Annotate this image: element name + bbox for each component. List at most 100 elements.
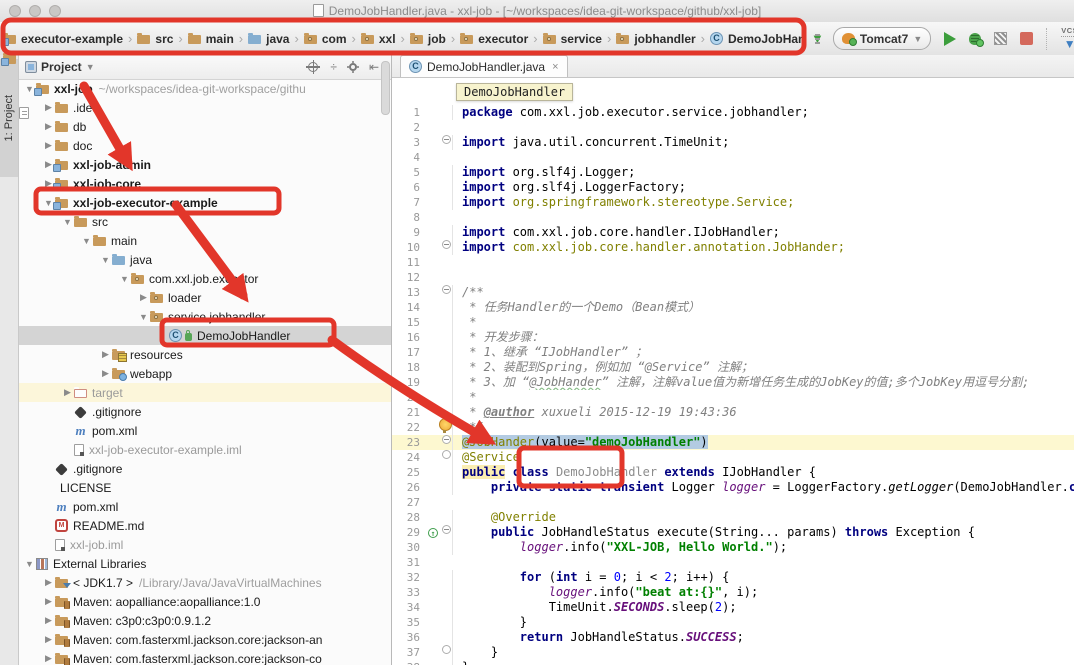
tab-demojobhandler[interactable]: C DemoJobHandler.java ×: [400, 55, 568, 77]
code-line-27[interactable]: 27: [392, 495, 1074, 510]
close-tab-icon[interactable]: ×: [552, 61, 558, 73]
code-line-31[interactable]: 31: [392, 555, 1074, 570]
tree-item-external-libraries[interactable]: ▼External Libraries: [19, 554, 391, 573]
tree-item-resources[interactable]: ▶resources: [19, 345, 391, 364]
tree-expand-icon[interactable]: ▼: [23, 559, 36, 569]
navigate-down-icon[interactable]: ▼: [811, 32, 820, 45]
code-line-4[interactable]: 4: [392, 150, 1074, 165]
tree-item-pom-xml[interactable]: mpom.xml: [19, 497, 391, 516]
stop-button[interactable]: [1020, 32, 1033, 45]
breadcrumb-item-xxl[interactable]: xxl: [361, 32, 396, 46]
run-with-coverage-button[interactable]: [994, 32, 1007, 45]
tree-item-xxl-job-executor-example-iml[interactable]: xxl-job-executor-example.iml: [19, 440, 391, 459]
project-view-dropdown-icon[interactable]: ▼: [86, 62, 95, 72]
tree-item-readme-md[interactable]: MREADME.md: [19, 516, 391, 535]
code-line-5[interactable]: 5import org.slf4j.Logger;: [392, 165, 1074, 180]
fold-marker-icon[interactable]: [440, 435, 452, 450]
tree-item-gitignore[interactable]: .gitignore: [19, 402, 391, 421]
code-line-34[interactable]: 34 TimeUnit.SECONDS.sleep(2);: [392, 600, 1074, 615]
tree-item-java[interactable]: ▼java: [19, 250, 391, 269]
project-tool-window-button[interactable]: 1: Project: [0, 59, 18, 177]
breadcrumb-item-job[interactable]: job: [410, 32, 446, 46]
tree-expand-icon[interactable]: ▶: [42, 634, 55, 645]
code-line-15[interactable]: 15 *: [392, 315, 1074, 330]
collapse-all-icon[interactable]: ÷: [330, 60, 337, 74]
code-area[interactable]: 1package com.xxl.job.executor.service.jo…: [392, 77, 1074, 665]
code-line-37[interactable]: 37 }: [392, 645, 1074, 660]
tree-expand-icon[interactable]: ▼: [137, 312, 150, 322]
code-line-28[interactable]: 28 @Override: [392, 510, 1074, 525]
tree-expand-icon[interactable]: ▶: [42, 102, 55, 113]
tree-item-doc[interactable]: ▶doc: [19, 136, 391, 155]
breadcrumb-item-main[interactable]: main: [188, 32, 234, 46]
tree-item-gitignore[interactable]: .gitignore: [19, 459, 391, 478]
intention-bulb-icon[interactable]: [439, 418, 452, 431]
locate-icon[interactable]: [308, 62, 318, 72]
code-line-6[interactable]: 6import org.slf4j.LoggerFactory;: [392, 180, 1074, 195]
code-line-20[interactable]: 20 *: [392, 390, 1074, 405]
tree-item-xxl-job-executor-example[interactable]: ▼xxl-job-executor-example: [19, 193, 391, 212]
tree-expand-icon[interactable]: ▼: [118, 274, 131, 284]
code-line-9[interactable]: 9import com.xxl.job.core.handler.IJobHan…: [392, 225, 1074, 240]
code-line-14[interactable]: 14 * 任务Handler的一个Demo（Bean模式）: [392, 300, 1074, 315]
code-line-24[interactable]: 24@Service: [392, 450, 1074, 465]
tree-item-pom-xml[interactable]: mpom.xml: [19, 421, 391, 440]
breadcrumb-item-com[interactable]: com: [304, 32, 347, 46]
tree-item-xxl-job-core[interactable]: ▶xxl-job-core: [19, 174, 391, 193]
fold-marker-icon[interactable]: [440, 525, 452, 540]
tree-expand-icon[interactable]: ▼: [61, 217, 74, 227]
breadcrumb-item-src[interactable]: src: [137, 32, 173, 46]
tree-expand-icon[interactable]: ▶: [42, 615, 55, 626]
code-line-33[interactable]: 33 logger.info("beat at:{}", i);: [392, 585, 1074, 600]
hide-panel-icon[interactable]: ⇤: [369, 60, 379, 74]
tree-expand-icon[interactable]: ▶: [99, 349, 112, 360]
tree-expand-icon[interactable]: ▶: [42, 121, 55, 132]
fold-marker-icon[interactable]: [440, 450, 452, 465]
code-line-25[interactable]: 25public class DemoJobHandler extends IJ…: [392, 465, 1074, 480]
tree-expand-icon[interactable]: ▼: [80, 236, 93, 246]
debug-button[interactable]: [969, 33, 981, 45]
code-line-7[interactable]: 7import org.springframework.stereotype.S…: [392, 195, 1074, 210]
vcs-update-button[interactable]: VCS▼: [1061, 27, 1074, 50]
breadcrumb-item-executor-example[interactable]: executor-example: [3, 32, 123, 46]
code-line-2[interactable]: 2: [392, 120, 1074, 135]
tree-item-license[interactable]: LICENSE: [19, 478, 391, 497]
code-line-22[interactable]: 22 */: [392, 420, 1074, 435]
code-line-1[interactable]: 1package com.xxl.job.executor.service.jo…: [392, 105, 1074, 120]
breadcrumb-item-jobhandler[interactable]: jobhandler: [616, 32, 695, 46]
code-line-3[interactable]: 3import java.util.concurrent.TimeUnit;: [392, 135, 1074, 150]
breadcrumb-item-java[interactable]: java: [248, 32, 289, 46]
tree-item-maven-aopalliance-aopalliance-1-0[interactable]: ▶Maven: aopalliance:aopalliance:1.0: [19, 592, 391, 611]
fold-marker-icon[interactable]: [440, 135, 452, 150]
code-line-17[interactable]: 17 * 1、继承 “IJobHandler” ；: [392, 345, 1074, 360]
fold-marker-icon[interactable]: [440, 240, 452, 255]
fold-marker-icon[interactable]: [440, 285, 452, 300]
fold-marker-icon[interactable]: [440, 645, 452, 660]
breadcrumb-item-service[interactable]: service: [543, 32, 602, 46]
tree-item-target[interactable]: ▶target: [19, 383, 391, 402]
tree-item-maven-c3p0-c3p0-0-9-1-2[interactable]: ▶Maven: c3p0:c3p0:0.9.1.2: [19, 611, 391, 630]
code-line-36[interactable]: 36 return JobHandleStatus.SUCCESS;: [392, 630, 1074, 645]
tree-item-loader[interactable]: ▶loader: [19, 288, 391, 307]
tree-expand-icon[interactable]: ▶: [42, 596, 55, 607]
code-line-32[interactable]: 32 for (int i = 0; i < 2; i++) {: [392, 570, 1074, 585]
run-button[interactable]: [944, 32, 956, 46]
tree-item-jdk1-7[interactable]: ▶< JDK1.7 >/Library/Java/JavaVirtualMach…: [19, 573, 391, 592]
code-line-10[interactable]: 10import com.xxl.job.core.handler.annota…: [392, 240, 1074, 255]
code-line-26[interactable]: 26 private static transient Logger logge…: [392, 480, 1074, 495]
tree-item-service-jobhandler[interactable]: ▼service.jobhandler: [19, 307, 391, 326]
code-line-16[interactable]: 16 * 开发步骤：: [392, 330, 1074, 345]
tree-item-webapp[interactable]: ▶webapp: [19, 364, 391, 383]
tree-expand-icon[interactable]: ▶: [61, 387, 74, 398]
code-line-21[interactable]: 21 * @author xuxueli 2015-12-19 19:43:36: [392, 405, 1074, 420]
tree-item-idea[interactable]: ▶.idea: [19, 98, 391, 117]
tree-expand-icon[interactable]: ▶: [42, 577, 55, 588]
tree-item-xxl-job[interactable]: ▼xxl-job~/workspaces/idea-git-workspace/…: [19, 79, 391, 98]
tree-item-maven-com-fasterxml-jackson-core-jackson-co[interactable]: ▶Maven: com.fasterxml.jackson.core:jacks…: [19, 649, 391, 665]
settings-gear-icon[interactable]: [349, 63, 357, 71]
breadcrumb-item-demojobhandler[interactable]: CDemoJobHandler: [710, 32, 803, 46]
tree-item-xxl-job-iml[interactable]: xxl-job.iml: [19, 535, 391, 554]
tree-item-db[interactable]: ▶db: [19, 117, 391, 136]
code-line-18[interactable]: 18 * 2、装配到Spring，例如加 “@Service” 注解；: [392, 360, 1074, 375]
tree-item-xxl-job-admin[interactable]: ▶xxl-job-admin: [19, 155, 391, 174]
